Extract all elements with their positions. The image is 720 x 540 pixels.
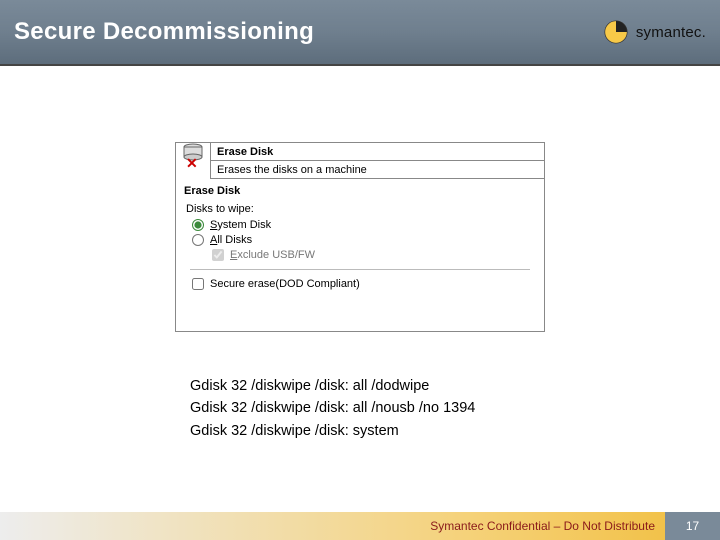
page-title: Secure Decommissioning <box>14 18 314 46</box>
panel-row-title: Erase Disk <box>210 143 544 161</box>
option-system-disk[interactable]: System Disk <box>192 219 534 231</box>
brand-text: symantec. <box>636 24 706 41</box>
hard-disk-error-icon: ✕ <box>176 143 210 161</box>
label-system-disk: System Disk <box>210 219 271 231</box>
command-list: Gdisk 32 /diskwipe /disk: all /dodwipe G… <box>190 375 475 442</box>
label-all-disks: All Disks <box>210 234 252 246</box>
label-exclude-usb: Exclude USB/FW <box>230 249 315 261</box>
section-heading: Erase Disk <box>176 179 544 199</box>
command-line-1: Gdisk 32 /diskwipe /disk: all /dodwipe <box>190 375 475 397</box>
option-all-disks[interactable]: All Disks <box>192 234 534 246</box>
confidential-text: Symantec Confidential – Do Not Distribut… <box>430 512 655 540</box>
label-secure-erase: Secure erase(DOD Compliant) <box>210 278 360 290</box>
radio-system-disk[interactable] <box>192 219 204 231</box>
symantec-orb-icon <box>602 18 630 46</box>
disks-to-wipe-label: Disks to wipe: <box>186 203 534 215</box>
page-number: 17 <box>665 512 720 540</box>
panel-row-description: Erases the disks on a machine <box>210 161 544 179</box>
footer-bar: Symantec Confidential – Do Not Distribut… <box>0 512 720 540</box>
option-secure-erase[interactable]: Secure erase(DOD Compliant) <box>192 278 534 290</box>
option-exclude-usb[interactable]: Exclude USB/FW <box>212 249 534 261</box>
checkbox-exclude-usb[interactable] <box>212 249 224 261</box>
command-line-2: Gdisk 32 /diskwipe /disk: all /nousb /no… <box>190 397 475 419</box>
radio-all-disks[interactable] <box>192 234 204 246</box>
brand-logo: symantec. <box>602 18 706 46</box>
erase-disk-panel: ✕ Erase Disk Erases the disks on a machi… <box>175 142 545 332</box>
title-bar: Secure Decommissioning symantec. <box>0 0 720 66</box>
checkbox-secure-erase[interactable] <box>192 278 204 290</box>
separator <box>190 269 530 270</box>
command-line-3: Gdisk 32 /diskwipe /disk: system <box>190 420 475 442</box>
